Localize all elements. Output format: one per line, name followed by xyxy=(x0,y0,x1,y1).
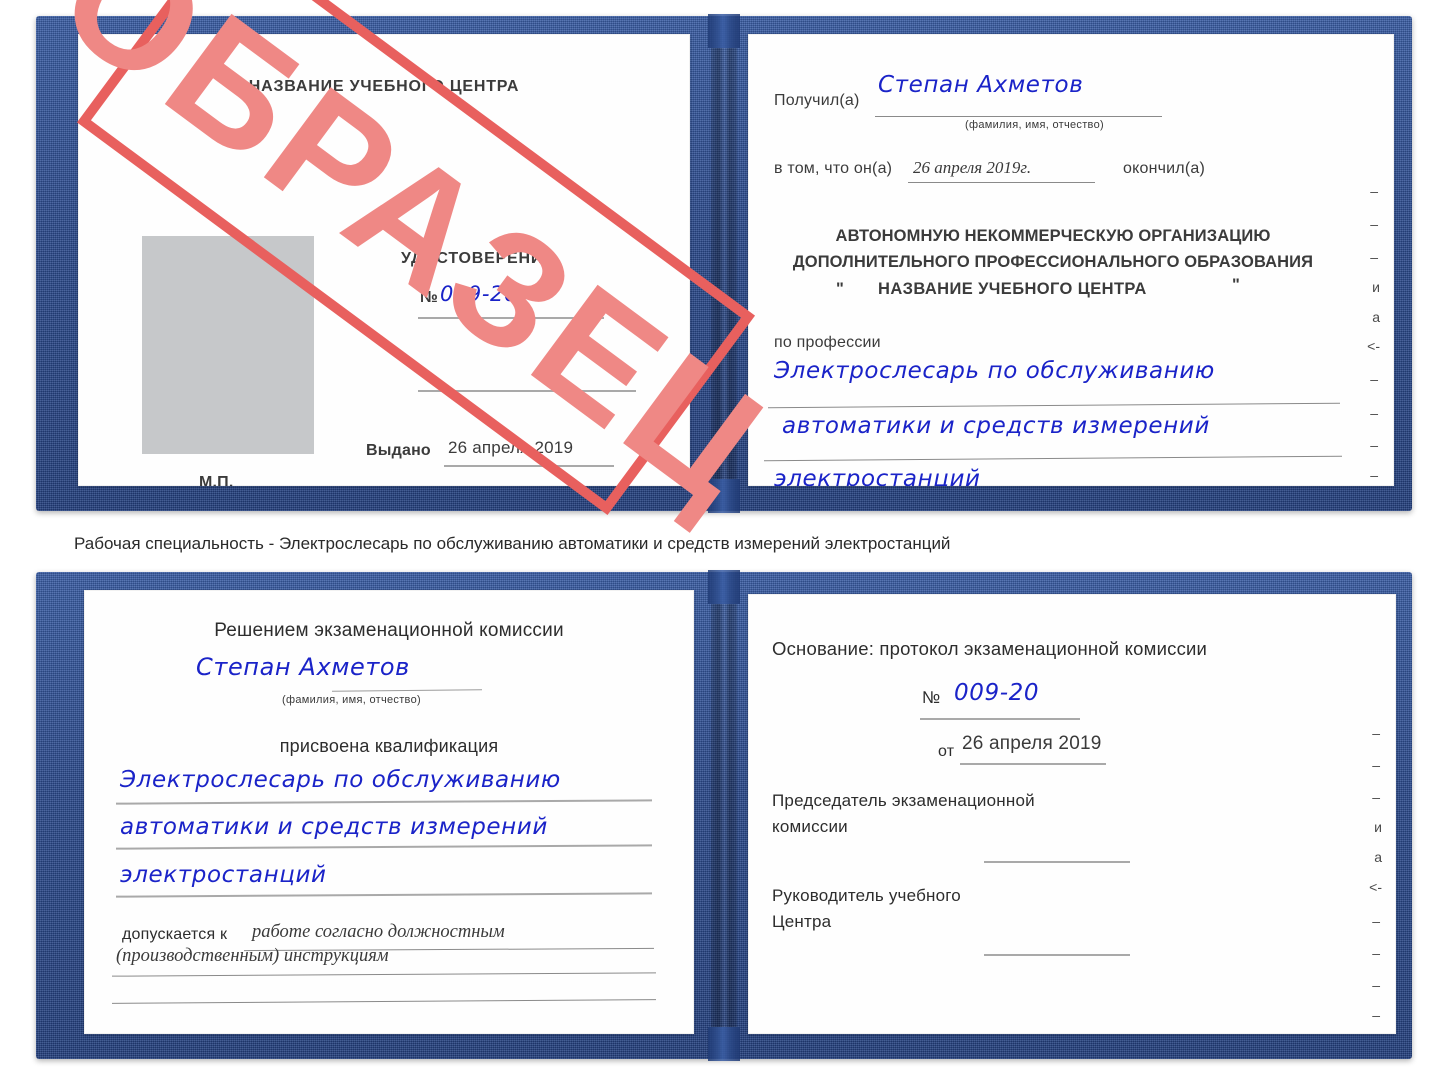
blank-rule-1 xyxy=(418,390,636,392)
top-right-page: Получил(а) Степан Ахметов (фамилия, имя,… xyxy=(748,34,1394,486)
number-rule xyxy=(418,317,604,319)
edge-bleed-glyph: а xyxy=(1374,849,1382,865)
spine-nub-top xyxy=(708,14,740,48)
finished-label: окончил(а) xyxy=(1123,160,1205,177)
edge-bleed-glyph: – xyxy=(1370,371,1378,387)
org-title: НАЗВАНИЕ УЧЕБНОГО ЦЕНТРА xyxy=(248,78,520,95)
protocol-number-value: 009-20 xyxy=(954,680,1040,706)
institution-quote-open: " xyxy=(836,280,845,298)
edge-bleed-glyph: – xyxy=(1372,725,1380,741)
admitted-value-line-2: (производственным) инструкциям xyxy=(116,946,389,966)
received-label: Получил(а) xyxy=(774,92,860,109)
that-he-label: в том, что он(а) xyxy=(774,160,893,177)
edge-bleed-glyph: – xyxy=(1370,183,1378,199)
protocol-date-rule xyxy=(960,763,1106,765)
spine-nub-top xyxy=(708,570,740,604)
number-label: № xyxy=(420,289,439,306)
edge-bleed-glyph: – xyxy=(1372,945,1380,961)
qualification-rule-1 xyxy=(115,799,653,805)
head-signature-rule xyxy=(984,954,1130,956)
bottom-right-page: Основание: протокол экзаменационной коми… xyxy=(748,594,1396,1034)
institution-line-2: ДОПОЛНИТЕЛЬНОГО ПРОФЕССИОНАЛЬНОГО ОБРАЗО… xyxy=(792,253,1314,271)
qualification-line-1: Электрослесарь по обслуживанию xyxy=(120,767,561,793)
admitted-rule-2 xyxy=(112,972,656,977)
edge-bleed-glyph: – xyxy=(1372,913,1380,929)
profession-rule-2 xyxy=(764,455,1342,462)
edge-bleed-glyph: – xyxy=(1372,1007,1380,1023)
edge-bleed-glyph: – xyxy=(1370,249,1378,265)
head-line-1: Руководитель учебного xyxy=(772,886,961,905)
seal-label: М.П. xyxy=(199,474,234,486)
top-certificate-book: НАЗВАНИЕ УЧЕБНОГО ЦЕНТРА УДОСТОВЕРЕНИЕ №… xyxy=(36,14,1412,513)
qualification-label: присвоена квалификация xyxy=(279,736,499,756)
institution-name: НАЗВАНИЕ УЧЕБНОГО ЦЕНТРА xyxy=(878,280,1147,298)
protocol-date-value: 26 апреля 2019 xyxy=(962,733,1102,754)
edge-bleed-glyph: <- xyxy=(1369,879,1382,895)
document-type-label: УДОСТОВЕРЕНИЕ xyxy=(401,250,555,267)
name-hint: (фамилия, имя, отчество) xyxy=(965,119,1104,131)
received-rule xyxy=(875,116,1162,117)
photo-placeholder xyxy=(142,236,314,454)
issued-label: Выдано xyxy=(366,442,431,459)
spine-nub-bottom xyxy=(708,1027,740,1061)
certificate-number-value: 009-20 xyxy=(440,282,518,306)
issued-date-value: 26 апреля 2019 xyxy=(448,438,574,457)
spine-nub-bottom xyxy=(708,479,740,513)
edge-bleed-glyph: – xyxy=(1370,216,1378,232)
institution-quote-close: " xyxy=(1232,276,1241,294)
holder-name-rule xyxy=(331,689,483,692)
edge-bleed-glyph: – xyxy=(1372,757,1380,773)
admitted-value-line-1: работе согласно должностным xyxy=(252,922,505,942)
qualification-line-3: электростанций xyxy=(120,862,327,888)
chairman-line-1: Председатель экзаменационной xyxy=(772,791,1035,810)
bottom-left-page: Решением экзаменационной комиссии Степан… xyxy=(84,590,694,1034)
issued-rule xyxy=(444,465,614,467)
edge-bleed-glyph: и xyxy=(1372,279,1380,295)
book-spine-shading xyxy=(711,16,737,511)
edge-bleed-glyph: – xyxy=(1370,437,1378,453)
decision-title: Решением экзаменационной комиссии xyxy=(214,620,564,641)
chairman-line-2: комиссии xyxy=(772,817,848,836)
received-name-value: Степан Ахметов xyxy=(878,72,1084,98)
edge-bleed-glyph: – xyxy=(1370,405,1378,421)
edge-bleed-glyph: <- xyxy=(1367,338,1380,354)
qualification-line-2: автоматики и средств измерений xyxy=(120,814,548,840)
protocol-number-rule xyxy=(920,718,1080,720)
admitted-rule-3 xyxy=(112,999,656,1004)
completion-date-rule xyxy=(908,182,1095,183)
edge-bleed-glyph: а xyxy=(1372,309,1380,325)
completion-date-value: 26 апреля 2019г. xyxy=(913,158,1032,177)
bottom-certificate-book: Решением экзаменационной комиссии Степан… xyxy=(36,570,1412,1061)
institution-line-1: АВТОНОМНУЮ НЕКОММЕРЧЕСКУЮ ОРГАНИЗАЦИЮ xyxy=(835,227,1271,245)
book-spine-shading xyxy=(711,572,737,1059)
edge-bleed-glyph: – xyxy=(1372,789,1380,805)
admitted-label: допускается к xyxy=(122,926,228,943)
edge-bleed-glyph: и xyxy=(1374,819,1382,835)
basis-label: Основание: протокол экзаменационной коми… xyxy=(772,638,1208,659)
chairman-signature-rule xyxy=(984,861,1130,863)
profession-rule-1 xyxy=(768,402,1340,409)
qualification-rule-3 xyxy=(115,892,653,898)
protocol-number-label: № xyxy=(922,688,941,707)
profession-line-2: автоматики и средств измерений xyxy=(782,413,1210,439)
edge-bleed-glyph: – xyxy=(1372,977,1380,993)
profession-line-3: электростанций xyxy=(774,466,981,486)
page-caption: Рабочая специальность - Электрослесарь п… xyxy=(74,534,951,553)
top-left-page: НАЗВАНИЕ УЧЕБНОГО ЦЕНТРА УДОСТОВЕРЕНИЕ №… xyxy=(78,34,690,486)
head-line-2: Центра xyxy=(772,912,832,931)
qualification-rule-2 xyxy=(115,844,653,850)
protocol-date-label: от xyxy=(938,743,955,760)
profession-line-1: Электрослесарь по обслуживанию xyxy=(774,358,1215,384)
profession-label: по профессии xyxy=(774,334,881,351)
name-hint: (фамилия, имя, отчество) xyxy=(282,694,421,706)
holder-name-value: Степан Ахметов xyxy=(196,653,410,681)
edge-bleed-glyph: – xyxy=(1370,467,1378,483)
